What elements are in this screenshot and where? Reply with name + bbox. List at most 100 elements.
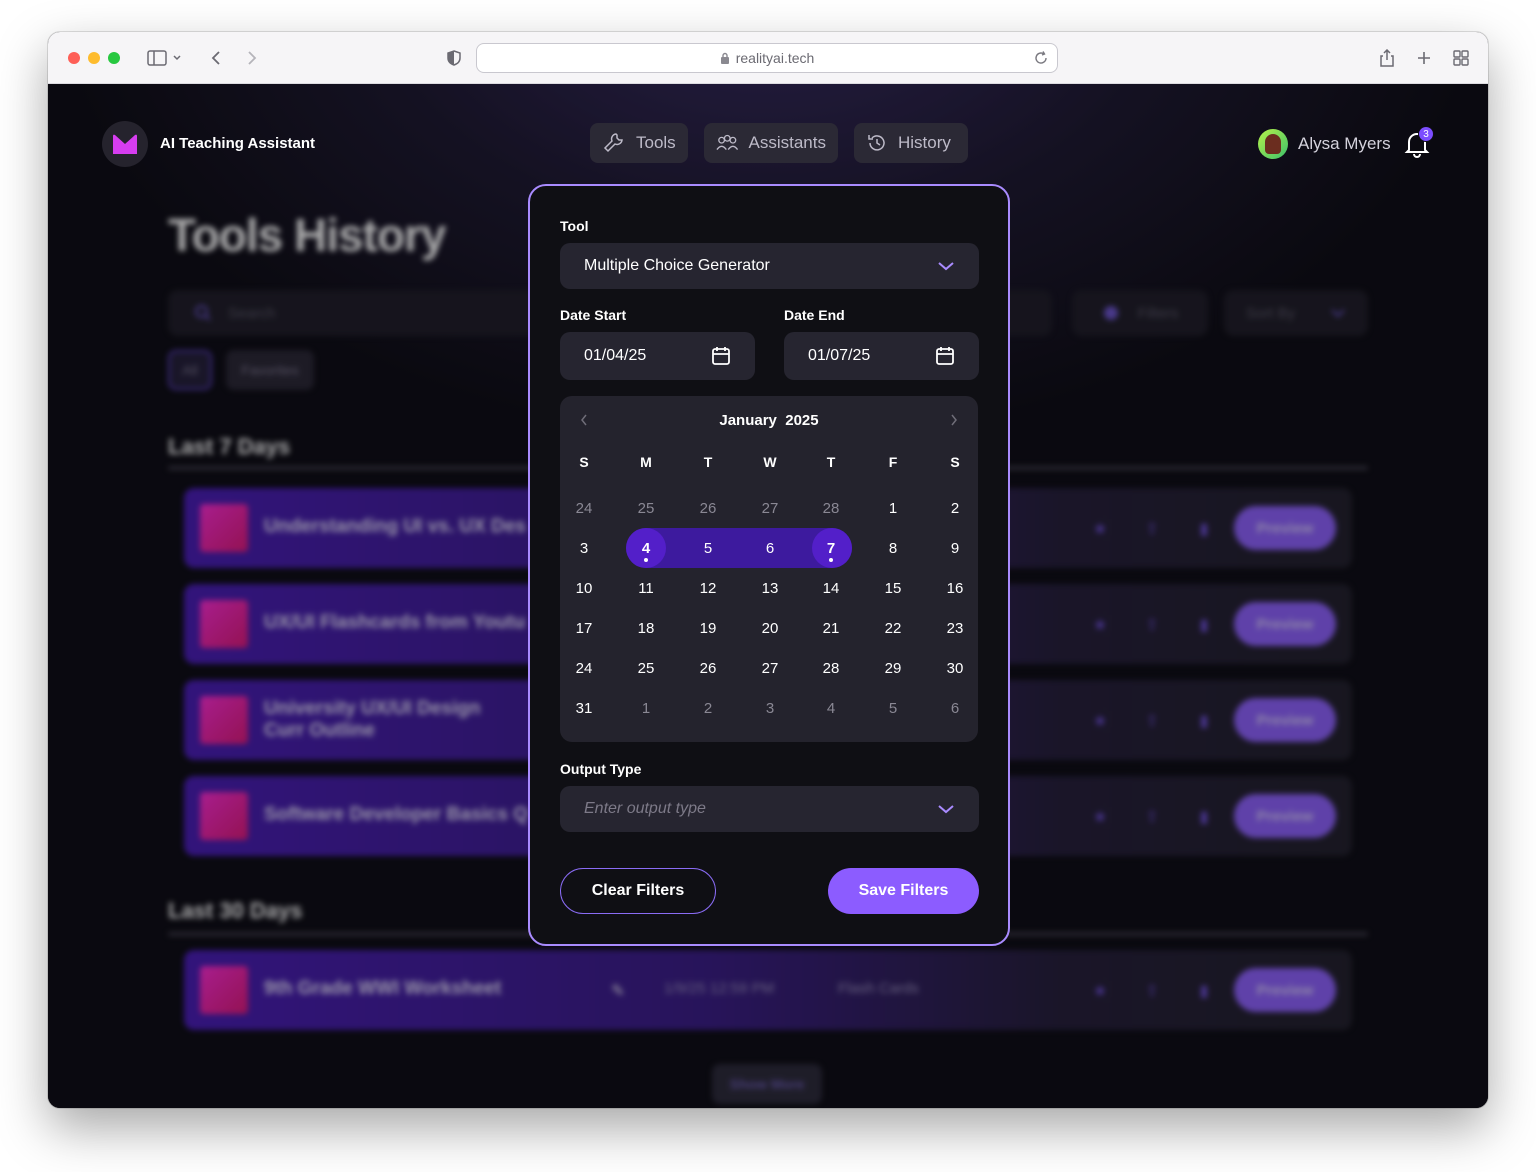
- preview-button[interactable]: Preview: [1234, 794, 1336, 838]
- sort-dropdown[interactable]: Sort By: [1224, 290, 1368, 336]
- calendar-day[interactable]: 2: [935, 488, 975, 528]
- nav-history[interactable]: History: [854, 123, 968, 163]
- calendar-day[interactable]: 28: [811, 648, 851, 688]
- tab-overview-icon[interactable]: [1449, 46, 1473, 70]
- calendar-day[interactable]: 27: [750, 488, 790, 528]
- calendar-day[interactable]: 29: [873, 648, 913, 688]
- share-icon[interactable]: ⇪: [1142, 806, 1162, 826]
- calendar-day[interactable]: 23: [935, 608, 975, 648]
- calendar-day[interactable]: 5: [873, 688, 913, 728]
- filter-modal: Tool Multiple Choice Generator Date Star…: [528, 184, 1010, 946]
- star-icon[interactable]: ★: [1090, 518, 1110, 538]
- star-icon[interactable]: ★: [1090, 710, 1110, 730]
- calendar-day[interactable]: 26: [688, 648, 728, 688]
- nav-assistants[interactable]: Assistants: [704, 123, 838, 163]
- calendar-day[interactable]: 18: [626, 608, 666, 648]
- calendar-day[interactable]: 26: [688, 488, 728, 528]
- browser-toolbar: realityai.tech: [48, 32, 1488, 84]
- brand-logo[interactable]: [102, 121, 148, 167]
- show-more-button[interactable]: Show More: [712, 1064, 822, 1104]
- clear-filters-button[interactable]: Clear Filters: [560, 868, 716, 914]
- trash-icon[interactable]: ▮: [1194, 614, 1214, 634]
- calendar-day[interactable]: 15: [873, 568, 913, 608]
- chip-all[interactable]: All: [168, 350, 212, 390]
- calendar-day[interactable]: 7: [811, 528, 851, 568]
- share-icon[interactable]: [1375, 46, 1399, 70]
- calendar-day[interactable]: 20: [750, 608, 790, 648]
- calendar-day[interactable]: 3: [750, 688, 790, 728]
- sidebar-toggle-icon[interactable]: [144, 46, 184, 70]
- share-icon[interactable]: ⇪: [1142, 710, 1162, 730]
- calendar-day[interactable]: 8: [873, 528, 913, 568]
- calendar-icon[interactable]: [711, 346, 731, 366]
- calendar-day[interactable]: 19: [688, 608, 728, 648]
- privacy-shield-icon[interactable]: [442, 46, 466, 70]
- save-filters-button[interactable]: Save Filters: [828, 868, 979, 914]
- forward-icon[interactable]: [240, 46, 264, 70]
- weekday-label: S: [950, 454, 960, 470]
- chip-favorites[interactable]: Favorites: [226, 350, 314, 390]
- preview-button[interactable]: Preview: [1234, 602, 1336, 646]
- filters-button[interactable]: Filters: [1072, 290, 1208, 336]
- calendar-day[interactable]: 9: [935, 528, 975, 568]
- calendar-day[interactable]: 13: [750, 568, 790, 608]
- preview-button[interactable]: Preview: [1234, 698, 1336, 742]
- trash-icon[interactable]: ▮: [1194, 980, 1214, 1000]
- share-icon[interactable]: ⇪: [1142, 980, 1162, 1000]
- trash-icon[interactable]: ▮: [1194, 518, 1214, 538]
- calendar-day[interactable]: 6: [750, 528, 790, 568]
- star-icon[interactable]: ★: [1090, 980, 1110, 1000]
- tool-select[interactable]: Multiple Choice Generator: [560, 243, 979, 289]
- history-row[interactable]: 9th Grade WWI Worksheet ✎ 1/9/25 12:59 P…: [184, 950, 1352, 1030]
- calendar-day[interactable]: 2: [688, 688, 728, 728]
- output-type-select[interactable]: Enter output type: [560, 786, 979, 832]
- close-window-button[interactable]: [68, 52, 80, 64]
- calendar-day[interactable]: 5: [688, 528, 728, 568]
- new-tab-icon[interactable]: [1412, 46, 1436, 70]
- calendar-icon[interactable]: [935, 346, 955, 366]
- calendar-day[interactable]: 12: [688, 568, 728, 608]
- share-icon[interactable]: ⇪: [1142, 614, 1162, 634]
- pencil-icon[interactable]: ✎: [608, 980, 628, 1000]
- calendar-day[interactable]: 4: [811, 688, 851, 728]
- address-bar[interactable]: realityai.tech: [476, 43, 1058, 73]
- calendar-day[interactable]: 21: [811, 608, 851, 648]
- calendar-day[interactable]: 14: [811, 568, 851, 608]
- calendar-day[interactable]: 25: [626, 488, 666, 528]
- calendar-day[interactable]: 6: [935, 688, 975, 728]
- nav-tools[interactable]: Tools: [590, 123, 688, 163]
- back-icon[interactable]: [204, 46, 228, 70]
- calendar-day[interactable]: 30: [935, 648, 975, 688]
- date-start-input[interactable]: 01/04/25: [560, 332, 755, 380]
- calendar-day[interactable]: 1: [626, 688, 666, 728]
- calendar-day[interactable]: 31: [564, 688, 604, 728]
- notifications-button[interactable]: 3: [1404, 126, 1434, 160]
- calendar-day[interactable]: 27: [750, 648, 790, 688]
- calendar-day[interactable]: 1: [873, 488, 913, 528]
- minimize-window-button[interactable]: [88, 52, 100, 64]
- calendar-day[interactable]: 24: [564, 648, 604, 688]
- share-icon[interactable]: ⇪: [1142, 518, 1162, 538]
- calendar-day[interactable]: 16: [935, 568, 975, 608]
- calendar-day[interactable]: 4: [626, 528, 666, 568]
- star-icon[interactable]: ★: [1090, 614, 1110, 634]
- calendar-day[interactable]: 24: [564, 488, 604, 528]
- reload-icon[interactable]: [1031, 48, 1051, 68]
- calendar-day[interactable]: 22: [873, 608, 913, 648]
- zoom-window-button[interactable]: [108, 52, 120, 64]
- preview-button[interactable]: Preview: [1234, 968, 1336, 1012]
- calendar-day[interactable]: 17: [564, 608, 604, 648]
- calendar-day[interactable]: 25: [626, 648, 666, 688]
- trash-icon[interactable]: ▮: [1194, 710, 1214, 730]
- page-title: Tools History: [168, 209, 447, 261]
- star-icon[interactable]: ★: [1090, 806, 1110, 826]
- trash-icon[interactable]: ▮: [1194, 806, 1214, 826]
- calendar-day[interactable]: 11: [626, 568, 666, 608]
- calendar-day[interactable]: 10: [564, 568, 604, 608]
- next-month-icon[interactable]: [944, 410, 964, 430]
- user-menu[interactable]: Alysa Myers: [1258, 129, 1391, 159]
- preview-button[interactable]: Preview: [1234, 506, 1336, 550]
- calendar-day[interactable]: 3: [564, 528, 604, 568]
- date-end-input[interactable]: 01/07/25: [784, 332, 979, 380]
- calendar-day[interactable]: 28: [811, 488, 851, 528]
